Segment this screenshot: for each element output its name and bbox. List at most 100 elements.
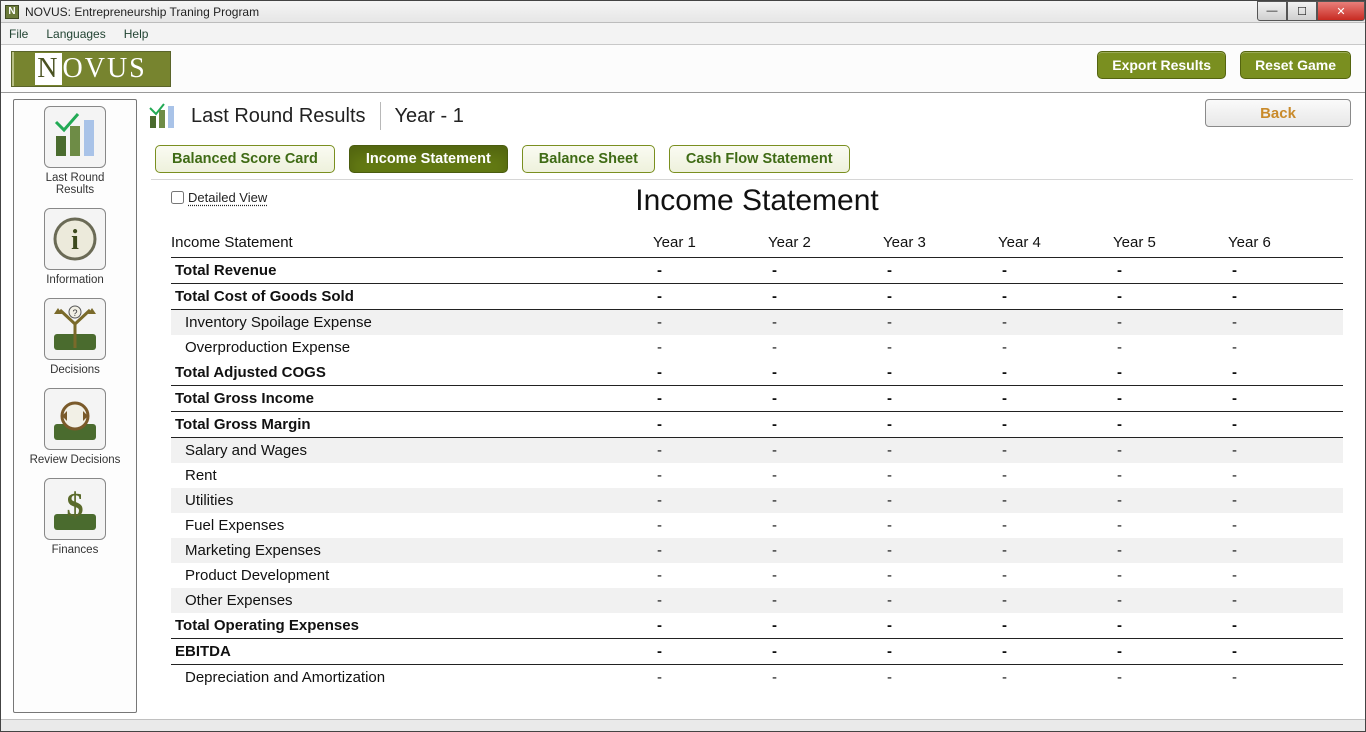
decisions-fork-icon: ?	[44, 298, 106, 360]
cell-value: -	[1228, 665, 1343, 691]
cell-value: -	[768, 258, 883, 284]
window-close-button[interactable]: ✕	[1317, 1, 1365, 21]
cell-value: -	[998, 513, 1113, 538]
cell-value: -	[768, 335, 883, 360]
tab-cash-flow-statement[interactable]: Cash Flow Statement	[669, 145, 850, 173]
cell-value: -	[653, 563, 768, 588]
cell-value: -	[998, 360, 1113, 386]
cell-value: -	[998, 639, 1113, 665]
sidebar-item-label: Decisions	[50, 364, 100, 376]
cell-value: -	[883, 258, 998, 284]
row-label: Marketing Expenses	[171, 538, 653, 563]
sidebar-item-review-decisions[interactable]: Review Decisions	[25, 388, 125, 466]
menu-bar: File Languages Help	[1, 23, 1365, 45]
table-header-rowlabel: Income Statement	[171, 228, 653, 258]
cell-value: -	[1228, 360, 1343, 386]
cell-value: -	[768, 386, 883, 412]
cell-value: -	[998, 488, 1113, 513]
status-bar	[1, 719, 1365, 731]
cell-value: -	[653, 412, 768, 438]
cell-value: -	[883, 412, 998, 438]
svg-text:i: i	[71, 225, 79, 256]
sidebar-item-finances[interactable]: $ Finances	[25, 478, 125, 556]
cell-value: -	[653, 386, 768, 412]
cell-value: -	[998, 563, 1113, 588]
cell-value: -	[883, 538, 998, 563]
cell-value: -	[883, 513, 998, 538]
cell-value: -	[998, 335, 1113, 360]
cell-value: -	[768, 360, 883, 386]
cell-value: -	[653, 284, 768, 310]
menu-languages[interactable]: Languages	[46, 27, 105, 41]
cycle-arrows-icon	[44, 388, 106, 450]
back-button[interactable]: Back	[1205, 99, 1351, 127]
cell-value: -	[883, 588, 998, 613]
tab-balance-sheet[interactable]: Balance Sheet	[522, 145, 655, 173]
row-label: Fuel Expenses	[171, 513, 653, 538]
menu-file[interactable]: File	[9, 27, 28, 41]
cell-value: -	[1228, 386, 1343, 412]
row-label: Total Adjusted COGS	[171, 360, 653, 386]
cell-value: -	[883, 438, 998, 464]
window-minimize-button[interactable]: —	[1257, 1, 1287, 21]
sidebar-item-label: Finances	[52, 544, 99, 556]
window-title: NOVUS: Entrepreneurship Traning Program	[25, 5, 259, 19]
cell-value: -	[1228, 284, 1343, 310]
report-scroll-area[interactable]: Detailed View Income Statement Income St…	[151, 179, 1353, 696]
cell-value: -	[768, 488, 883, 513]
table-row: Depreciation and Amortization------	[171, 665, 1343, 691]
cell-value: -	[1228, 639, 1343, 665]
cell-value: -	[1113, 513, 1228, 538]
info-icon: i	[44, 208, 106, 270]
sidebar-item-decisions[interactable]: ? Decisions	[25, 298, 125, 376]
cell-value: -	[1228, 563, 1343, 588]
row-label: Total Operating Expenses	[171, 613, 653, 639]
sidebar-item-label: Review Decisions	[30, 454, 121, 466]
sidebar: Last Round Results i Information ? Decis…	[13, 99, 137, 713]
table-row: Fuel Expenses------	[171, 513, 1343, 538]
svg-text:?: ?	[72, 308, 77, 318]
cell-value: -	[1113, 665, 1228, 691]
cell-value: -	[653, 463, 768, 488]
cell-value: -	[883, 639, 998, 665]
sidebar-item-last-round-results[interactable]: Last Round Results	[25, 106, 125, 196]
svg-text:$: $	[67, 487, 84, 524]
cell-value: -	[883, 360, 998, 386]
table-row: Utilities------	[171, 488, 1343, 513]
cell-value: -	[998, 463, 1113, 488]
cell-value: -	[768, 665, 883, 691]
row-label: Total Revenue	[171, 258, 653, 284]
cell-value: -	[653, 639, 768, 665]
cell-value: -	[883, 488, 998, 513]
row-label: Other Expenses	[171, 588, 653, 613]
cell-value: -	[768, 310, 883, 336]
cell-value: -	[1113, 588, 1228, 613]
cell-value: -	[653, 588, 768, 613]
cell-value: -	[883, 563, 998, 588]
cell-value: -	[1113, 258, 1228, 284]
table-row: Overproduction Expense------	[171, 335, 1343, 360]
table-row: Total Gross Margin------	[171, 412, 1343, 438]
cell-value: -	[1113, 360, 1228, 386]
sidebar-item-information[interactable]: i Information	[25, 208, 125, 286]
cell-value: -	[998, 310, 1113, 336]
cell-value: -	[1228, 538, 1343, 563]
window-maximize-button[interactable]: ☐	[1287, 1, 1317, 21]
cell-value: -	[1113, 310, 1228, 336]
cell-value: -	[653, 335, 768, 360]
cell-value: -	[768, 588, 883, 613]
sidebar-item-label: Last Round Results	[46, 172, 105, 196]
cell-value: -	[1113, 335, 1228, 360]
export-results-button[interactable]: Export Results	[1097, 51, 1226, 79]
year-label: Year - 1	[395, 105, 464, 128]
tab-income-statement[interactable]: Income Statement	[349, 145, 508, 173]
cell-value: -	[768, 538, 883, 563]
reset-game-button[interactable]: Reset Game	[1240, 51, 1351, 79]
report-title: Income Statement	[171, 184, 1343, 218]
cell-value: -	[768, 438, 883, 464]
cell-value: -	[768, 284, 883, 310]
cell-value: -	[653, 513, 768, 538]
menu-help[interactable]: Help	[124, 27, 149, 41]
income-statement-table: Income Statement Year 1 Year 2 Year 3 Ye…	[171, 228, 1343, 690]
tab-balanced-score-card[interactable]: Balanced Score Card	[155, 145, 335, 173]
